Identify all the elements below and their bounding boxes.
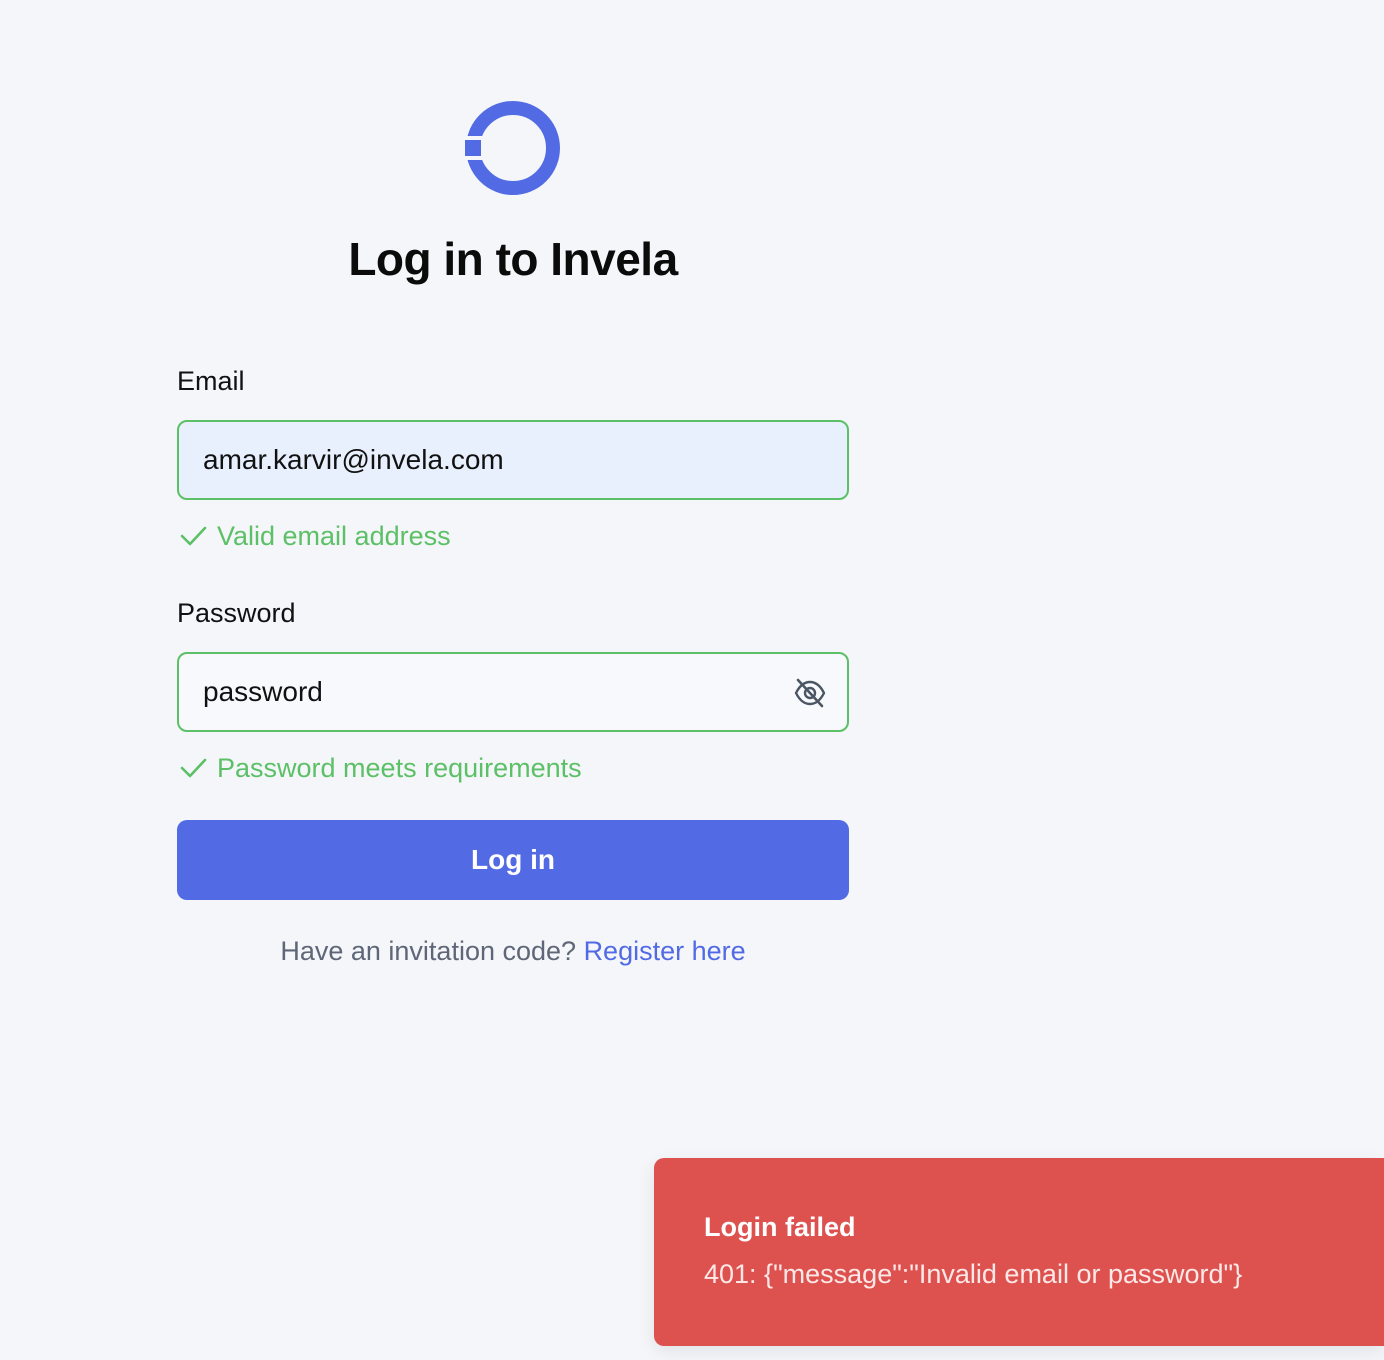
invela-ring-logo-icon (465, 101, 560, 195)
eye-off-icon[interactable] (793, 676, 827, 710)
email-label: Email (177, 366, 245, 396)
login-page: Log in to Invela Email Valid email addre… (0, 0, 1384, 1360)
register-prompt-text: Have an invitation code? (280, 936, 577, 966)
email-field-container (177, 420, 849, 500)
password-label: Password (177, 598, 296, 628)
login-button[interactable]: Log in (177, 820, 849, 900)
password-field-container (177, 652, 849, 732)
check-icon (180, 526, 207, 546)
register-prompt: Have an invitation code? Register here (177, 936, 849, 967)
password-validation-text: Password meets requirements (217, 752, 582, 783)
check-icon (180, 758, 207, 778)
toast-title: Login failed (704, 1212, 856, 1242)
toast-description: 401: {"message":"Invalid email or passwo… (704, 1259, 1243, 1289)
page-title: Log in to Invela (348, 233, 678, 285)
error-toast[interactable]: Login failed 401: {"message":"Invalid em… (654, 1158, 1384, 1346)
password-validation-message: Password meets requirements (177, 752, 582, 784)
email-validation-message: Valid email address (177, 520, 451, 552)
email-validation-text: Valid email address (217, 520, 451, 551)
register-link[interactable]: Register here (584, 936, 746, 966)
password-field[interactable] (203, 654, 823, 730)
email-field[interactable] (203, 422, 823, 498)
